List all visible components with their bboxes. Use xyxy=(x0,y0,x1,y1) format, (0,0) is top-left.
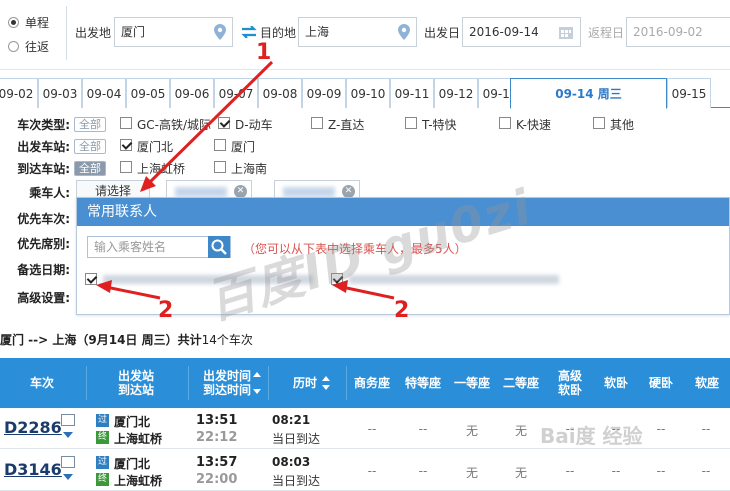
annotation-number: 1 xyxy=(256,40,272,65)
baidu-logo: Bai度 经验 xyxy=(540,424,643,448)
annotation-number: 2 xyxy=(394,298,410,323)
annotation-number: 2 xyxy=(158,298,174,323)
